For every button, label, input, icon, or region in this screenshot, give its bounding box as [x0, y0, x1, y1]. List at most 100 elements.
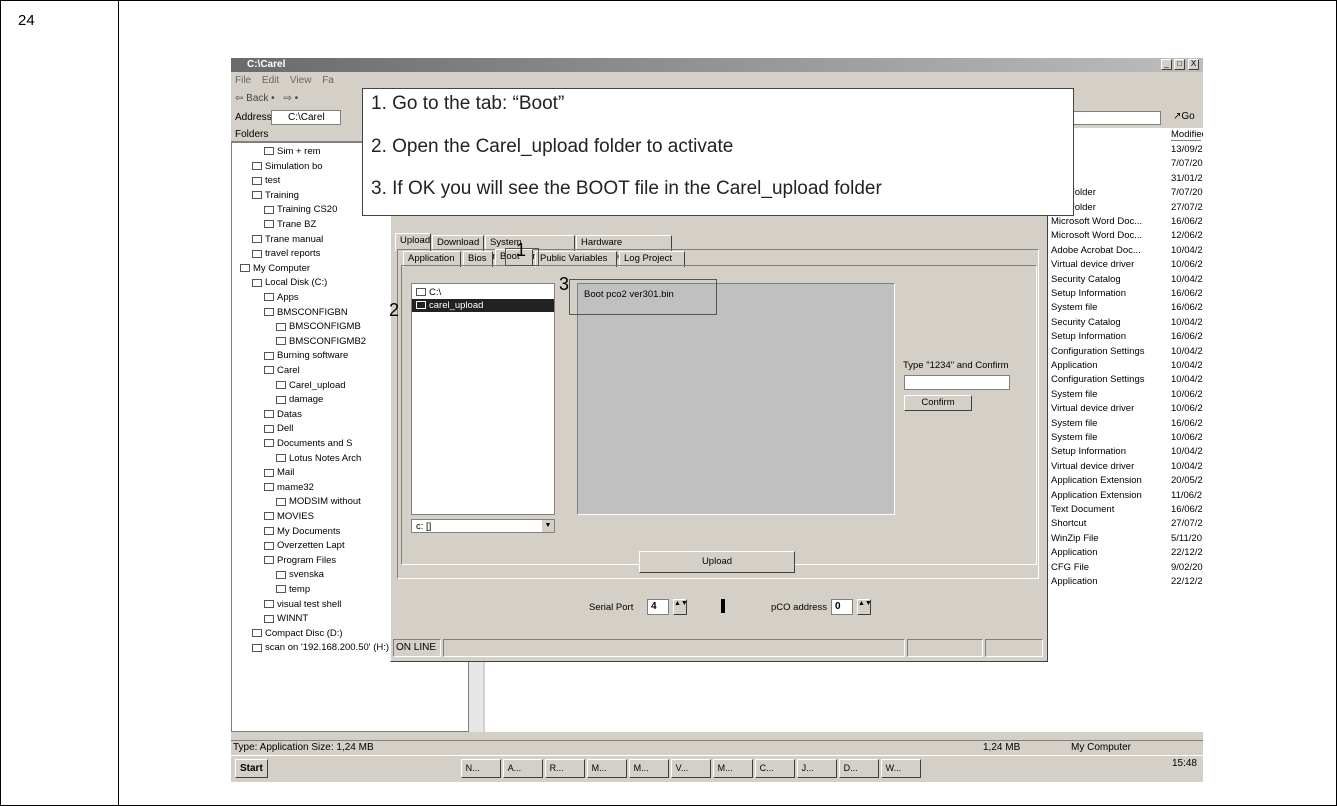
go-button[interactable]: ↗Go: [1173, 111, 1195, 122]
list-item-type[interactable]: Setup Information: [1051, 287, 1126, 300]
list-item-type[interactable]: Application: [1051, 359, 1097, 372]
tree-item[interactable]: Program Files: [264, 554, 336, 567]
list-item-type[interactable]: Microsoft Word Doc...: [1051, 229, 1142, 242]
taskbar-item[interactable]: W...: [880, 759, 921, 778]
tree-item[interactable]: test: [252, 174, 280, 187]
tree-item[interactable]: visual test shell: [264, 598, 341, 611]
list-item-type[interactable]: Setup Information: [1051, 330, 1126, 343]
minimize-button[interactable]: _: [1161, 59, 1172, 70]
menu-favorites[interactable]: Fa: [322, 75, 334, 86]
tree-item[interactable]: scan on '192.168.200.50' (H:): [252, 641, 389, 654]
tree-item[interactable]: Apps: [264, 291, 299, 304]
tree-item[interactable]: Overzetten Lapt: [264, 539, 345, 552]
directory-list[interactable]: C:\ carel_upload: [411, 283, 555, 515]
taskbar-item[interactable]: V...: [670, 759, 711, 778]
taskbar-item[interactable]: A...: [502, 759, 543, 778]
folder-icon: [276, 395, 286, 404]
tree-item[interactable]: mame32: [264, 481, 314, 494]
tree-item[interactable]: Lotus Notes Arch: [276, 452, 361, 465]
modified-column-header[interactable]: Modified: [1171, 128, 1203, 141]
start-button[interactable]: Start: [235, 759, 268, 778]
tree-item[interactable]: My Documents: [264, 525, 340, 538]
drive-select[interactable]: c: [] ▼: [411, 519, 555, 533]
list-item-type[interactable]: CFG File: [1051, 561, 1089, 574]
pco-address-field[interactable]: 0: [831, 599, 853, 615]
tree-item[interactable]: Compact Disc (D:): [252, 627, 343, 640]
tree-item[interactable]: My Computer: [240, 262, 310, 275]
confirm-input[interactable]: [904, 375, 1010, 390]
list-item-type[interactable]: System file: [1051, 388, 1097, 401]
list-item-type[interactable]: Application: [1051, 546, 1097, 559]
menu-file[interactable]: File: [235, 75, 251, 86]
serial-port-spinner[interactable]: ▲▼: [673, 599, 688, 615]
list-item-type[interactable]: Application Extension: [1051, 474, 1142, 487]
list-item-type[interactable]: Security Catalog: [1051, 273, 1121, 286]
maximize-button[interactable]: □: [1174, 59, 1185, 70]
list-item-type[interactable]: Virtual device driver: [1051, 402, 1134, 415]
dir-root[interactable]: C:\: [416, 286, 441, 299]
list-item-type[interactable]: Adobe Acrobat Doc...: [1051, 244, 1141, 257]
taskbar-item[interactable]: M...: [586, 759, 627, 778]
tree-item[interactable]: Simulation bo: [252, 160, 323, 173]
list-item-type[interactable]: Application Extension: [1051, 489, 1142, 502]
taskbar-item[interactable]: M...: [628, 759, 669, 778]
tree-item[interactable]: Training: [252, 189, 299, 202]
list-item-type[interactable]: Shortcut: [1051, 517, 1086, 530]
taskbar-item[interactable]: M...: [712, 759, 753, 778]
taskbar-item[interactable]: J...: [796, 759, 837, 778]
confirm-button[interactable]: Confirm: [904, 395, 972, 411]
list-item-type[interactable]: Text Document: [1051, 503, 1114, 516]
list-item-type[interactable]: System file: [1051, 301, 1097, 314]
taskbar-item[interactable]: N...: [460, 759, 501, 778]
tree-item[interactable]: temp: [276, 583, 310, 596]
dir-carel-upload[interactable]: carel_upload: [412, 299, 554, 312]
upload-button[interactable]: Upload: [639, 551, 795, 573]
list-item-type[interactable]: Configuration Settings: [1051, 373, 1144, 386]
file-list-box[interactable]: Boot pco2 ver301.bin: [577, 283, 895, 515]
chevron-down-icon[interactable]: ▼: [542, 520, 554, 532]
list-item-type[interactable]: Virtual device driver: [1051, 258, 1134, 271]
taskbar-item[interactable]: R...: [544, 759, 585, 778]
list-item-type[interactable]: Application: [1051, 575, 1097, 588]
tree-item[interactable]: BMSCONFIGMB: [276, 320, 361, 333]
list-item-type[interactable]: Virtual device driver: [1051, 460, 1134, 473]
menu-view[interactable]: View: [290, 75, 312, 86]
serial-port-field[interactable]: 4: [647, 599, 669, 615]
taskbar-item[interactable]: D...: [838, 759, 879, 778]
tree-item[interactable]: MOVIES: [264, 510, 314, 523]
list-item-type[interactable]: System file: [1051, 417, 1097, 430]
list-item-type[interactable]: Setup Information: [1051, 445, 1126, 458]
instruction-step-3: 3. If OK you will see the BOOT file in t…: [371, 178, 882, 199]
tree-item[interactable]: BMSCONFIGBN: [264, 306, 348, 319]
tree-item[interactable]: travel reports: [252, 247, 320, 260]
tree-item[interactable]: Datas: [264, 408, 302, 421]
tree-item[interactable]: Trane BZ: [264, 218, 316, 231]
pco-address-spinner[interactable]: ▲▼: [857, 599, 872, 615]
tree-item[interactable]: Dell: [264, 422, 293, 435]
list-item-type[interactable]: Configuration Settings: [1051, 345, 1144, 358]
tree-item[interactable]: Trane manual: [252, 233, 323, 246]
close-button[interactable]: X: [1188, 59, 1199, 70]
tree-item[interactable]: Carel_upload: [276, 379, 346, 392]
tree-item[interactable]: BMSCONFIGMB2: [276, 335, 366, 348]
tree-item[interactable]: svenska: [276, 568, 324, 581]
tree-item[interactable]: Training CS20: [264, 203, 337, 216]
tree-item[interactable]: Sim + rem: [264, 145, 321, 158]
menu-edit[interactable]: Edit: [262, 75, 279, 86]
list-item-type[interactable]: Microsoft Word Doc...: [1051, 215, 1142, 228]
taskbar-item[interactable]: C...: [754, 759, 795, 778]
list-item-type[interactable]: Security Catalog: [1051, 316, 1121, 329]
tree-item[interactable]: WINNT: [264, 612, 308, 625]
tree-item[interactable]: Mail: [264, 466, 294, 479]
forward-button[interactable]: ⇨ •: [283, 93, 298, 104]
list-item-type[interactable]: System file: [1051, 431, 1097, 444]
tree-item[interactable]: Burning software: [264, 349, 348, 362]
back-button[interactable]: ⇦ Back •: [235, 93, 275, 104]
tree-item[interactable]: damage: [276, 393, 323, 406]
tree-item[interactable]: MODSIM without: [276, 495, 361, 508]
list-item-type[interactable]: WinZip File: [1051, 532, 1099, 545]
tree-item[interactable]: Documents and S: [264, 437, 353, 450]
tree-item[interactable]: Local Disk (C:): [252, 276, 327, 289]
tree-item[interactable]: Carel: [264, 364, 300, 377]
address-field[interactable]: C:\Carel: [271, 110, 341, 125]
